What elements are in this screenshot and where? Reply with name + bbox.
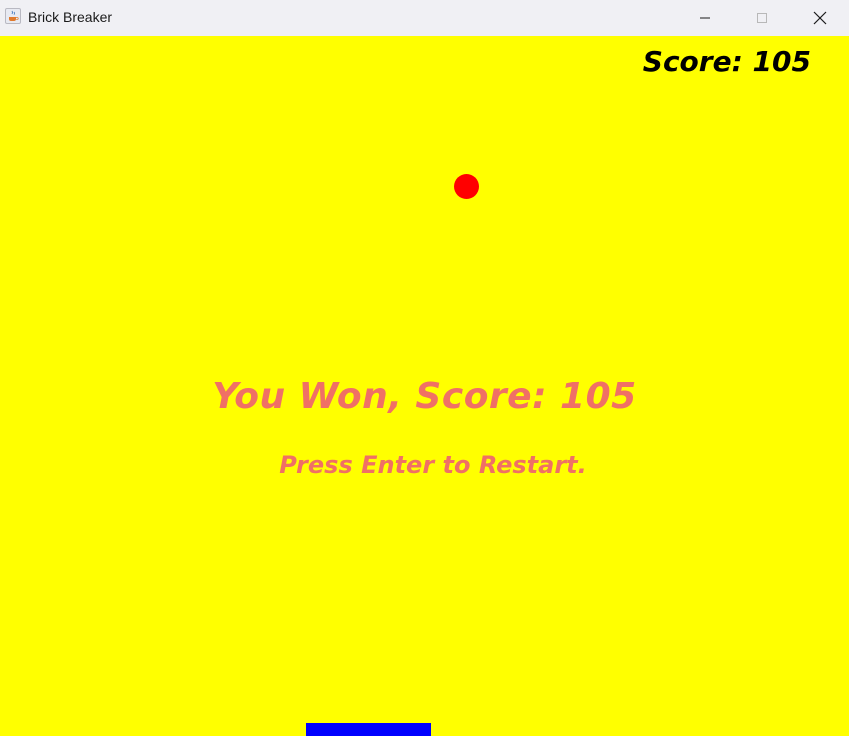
minimize-icon xyxy=(700,17,710,19)
restart-message: Press Enter to Restart. xyxy=(279,451,587,479)
win-message: You Won, Score: 105 xyxy=(212,376,637,417)
ball xyxy=(454,174,479,199)
app-window: Brick Breaker Score: 105 You Won, Score:… xyxy=(0,0,849,736)
close-button[interactable] xyxy=(791,0,849,36)
close-icon xyxy=(813,11,827,25)
game-canvas[interactable]: Score: 105 You Won, Score: 105 Press Ent… xyxy=(0,36,849,736)
maximize-icon xyxy=(757,13,767,23)
paddle[interactable] xyxy=(306,723,431,736)
window-title: Brick Breaker xyxy=(28,9,113,25)
title-bar[interactable]: Brick Breaker xyxy=(0,0,849,36)
maximize-button[interactable] xyxy=(733,0,791,36)
score-display: Score: 105 xyxy=(642,45,811,78)
java-cup-icon xyxy=(5,8,21,24)
minimize-button[interactable] xyxy=(676,0,734,36)
